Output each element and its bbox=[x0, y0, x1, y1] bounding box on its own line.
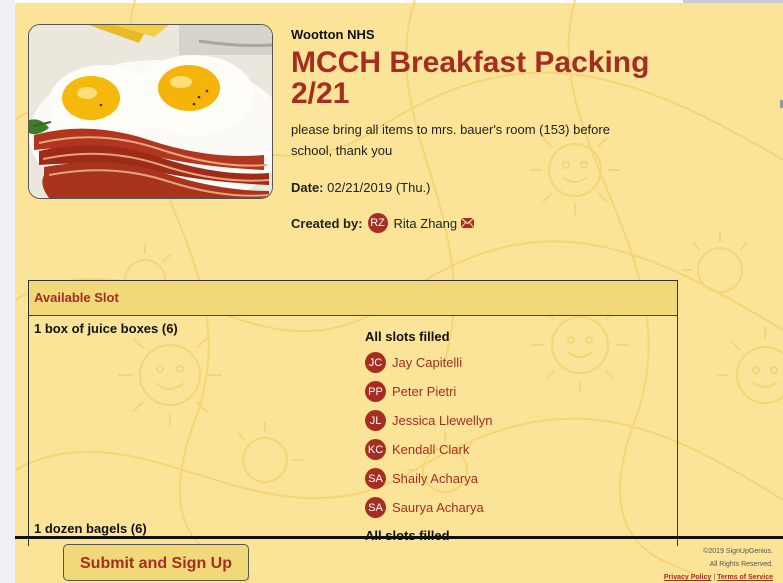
list-item: PP Peter Pietri bbox=[365, 377, 492, 406]
list-item: KC Kendall Clark bbox=[365, 435, 492, 464]
creator-name: Rita Zhang bbox=[393, 215, 458, 231]
signup-name: Jessica Llewellyn bbox=[392, 413, 493, 428]
envelope-icon[interactable] bbox=[460, 216, 475, 231]
organization-name: Wootton NHS bbox=[291, 27, 375, 42]
signup-page: Wootton NHS MCCH Breakfast Packing 2/21 … bbox=[15, 0, 783, 583]
avatar: SA bbox=[365, 497, 386, 518]
signup-name: Kendall Clark bbox=[392, 442, 470, 457]
footer-divider bbox=[15, 536, 783, 539]
slot-name: 1 dozen bagels (6) bbox=[34, 521, 147, 536]
signup-name: Peter Pietri bbox=[392, 384, 457, 399]
page-title: MCCH Breakfast Packing 2/21 bbox=[291, 46, 650, 110]
list-item: JC Jay Capitelli bbox=[365, 348, 492, 377]
avatar: JL bbox=[365, 410, 386, 431]
created-by-label: Created by: bbox=[291, 215, 363, 231]
signup-name: Shaily Acharya bbox=[392, 471, 478, 486]
avatar: KC bbox=[365, 439, 386, 460]
created-by: Created by: RZ Rita Zhang bbox=[291, 213, 475, 233]
avatar: PP bbox=[365, 381, 386, 402]
slot-name: 1 box of juice boxes (6) bbox=[34, 321, 178, 336]
footer: ©2019 SignUpGenius. All Rights Reserved.… bbox=[664, 545, 773, 583]
rights-reserved: All Rights Reserved. bbox=[709, 561, 773, 568]
signup-description: please bring all items to mrs. bauer's r… bbox=[291, 122, 610, 158]
avatar: RZ bbox=[367, 213, 388, 233]
slots-table-header: Available Slot bbox=[29, 281, 677, 316]
copyright: ©2019 SignUpGenius. bbox=[703, 548, 773, 555]
footer-separator: | bbox=[713, 574, 716, 581]
list-item: JL Jessica Llewellyn bbox=[365, 406, 492, 435]
signup-name: Jay Capitelli bbox=[392, 355, 463, 370]
date-label: Date: bbox=[291, 180, 324, 195]
avatar: SA bbox=[365, 468, 386, 489]
table-row: 1 box of juice boxes (6) All slots fille… bbox=[29, 316, 677, 520]
date-value: 02/21/2019 (Thu.) bbox=[327, 180, 431, 195]
event-date: Date: 02/21/2019 (Thu.) bbox=[291, 180, 431, 195]
list-item: SA Saurya Acharya bbox=[365, 493, 492, 522]
avatar: JC bbox=[365, 352, 386, 373]
signup-name: Saurya Acharya bbox=[392, 500, 484, 515]
slots-table: Available Slot 1 box of juice boxes (6) … bbox=[28, 280, 678, 546]
signup-list: JC Jay Capitelli PP Peter Pietri JL Jess… bbox=[365, 348, 492, 522]
submit-and-sign-up-button[interactable]: Submit and Sign Up bbox=[63, 544, 249, 581]
list-item: SA Shaily Acharya bbox=[365, 464, 492, 493]
slot-status: All slots filled bbox=[365, 329, 450, 344]
terms-of-service-link[interactable]: Terms of Service bbox=[717, 574, 773, 581]
privacy-policy-link[interactable]: Privacy Policy bbox=[664, 574, 711, 581]
breakfast-photo bbox=[28, 24, 273, 199]
